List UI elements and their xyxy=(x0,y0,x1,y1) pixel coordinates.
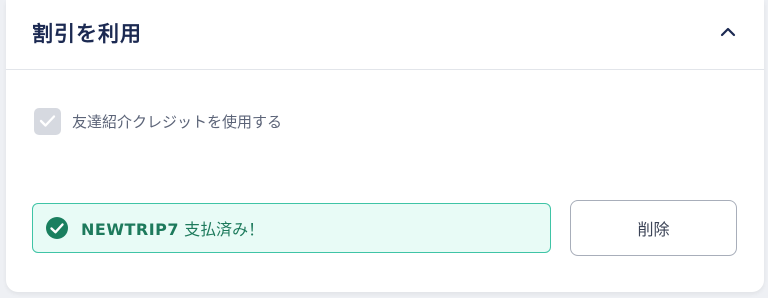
referral-credit-label: 友達紹介クレジットを使用する xyxy=(72,112,283,131)
check-circle-icon xyxy=(46,217,68,239)
panel-title: 割引を利用 xyxy=(32,22,142,46)
referral-credit-option[interactable]: 友達紹介クレジットを使用する xyxy=(34,107,282,135)
panel-header[interactable]: 割引を利用 xyxy=(6,0,764,70)
collapse-button[interactable] xyxy=(716,20,740,44)
chevron-up-icon xyxy=(720,27,736,37)
discount-panel: 割引を利用 友達紹介クレジットを使用する NEWTRIP7 支払済み！ 削除 xyxy=(6,0,764,292)
referral-credit-checkbox[interactable] xyxy=(34,107,61,135)
promo-code: NEWTRIP7 xyxy=(81,220,180,239)
remove-promo-button[interactable]: 削除 xyxy=(570,200,737,256)
promo-code-status: NEWTRIP7 支払済み！ xyxy=(32,203,551,253)
promo-status: 支払済み！ xyxy=(184,220,265,239)
checkmark-icon xyxy=(39,115,56,127)
promo-status-text: NEWTRIP7 支払済み！ xyxy=(81,216,264,240)
